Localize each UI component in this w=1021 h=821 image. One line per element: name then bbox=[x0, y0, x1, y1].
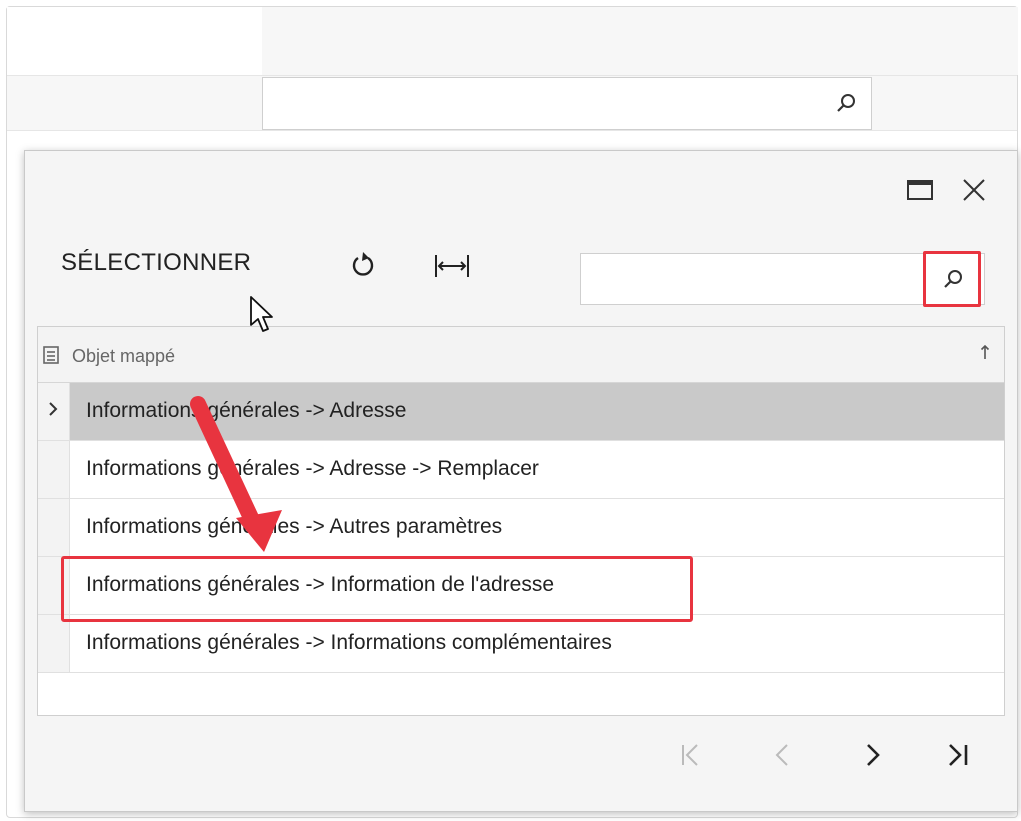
table-row[interactable]: Informations générales -> Information de… bbox=[38, 557, 1004, 615]
dialog-search-button[interactable] bbox=[923, 251, 981, 307]
row-label: Informations générales -> Informations c… bbox=[86, 631, 612, 654]
row-label: Informations générales -> Information de… bbox=[86, 573, 555, 596]
table-row[interactable]: Informations générales -> Adresse bbox=[38, 383, 1004, 441]
refresh-icon bbox=[352, 252, 374, 276]
next-page-button[interactable] bbox=[855, 739, 891, 771]
grid-header: Objet mappé bbox=[38, 327, 1004, 383]
column-settings-icon[interactable] bbox=[42, 345, 60, 370]
search-icon bbox=[944, 270, 962, 288]
close-button[interactable] bbox=[961, 177, 987, 203]
table-row[interactable]: Informations générales -> Informations c… bbox=[38, 615, 1004, 673]
pager bbox=[25, 731, 1017, 781]
previous-page-button[interactable] bbox=[765, 739, 801, 771]
fit-columns-icon bbox=[435, 255, 469, 277]
row-label: Informations générales -> Adresse -> Rem… bbox=[86, 457, 539, 480]
search-icon[interactable] bbox=[835, 92, 857, 119]
fit-columns-button[interactable] bbox=[433, 253, 471, 279]
dialog-header bbox=[25, 151, 1017, 221]
background-header-panel bbox=[262, 7, 1018, 75]
chevron-left-icon bbox=[775, 744, 788, 766]
lookup-dialog: SÉLECTIONNER Objet mappé Informations gé… bbox=[24, 150, 1018, 812]
chevron-right-icon bbox=[46, 399, 60, 424]
last-page-icon bbox=[949, 744, 968, 766]
row-selector[interactable] bbox=[38, 557, 70, 614]
sort-up-icon[interactable] bbox=[980, 343, 990, 366]
maximize-button[interactable] bbox=[907, 179, 933, 201]
dialog-search-field bbox=[580, 251, 985, 307]
table-row[interactable]: Informations générales -> Autres paramèt… bbox=[38, 499, 1004, 557]
refresh-button[interactable] bbox=[349, 251, 377, 281]
first-page-button[interactable] bbox=[673, 739, 709, 771]
background-search-input[interactable] bbox=[262, 77, 872, 130]
first-page-icon bbox=[682, 744, 698, 766]
table-row[interactable]: Informations générales -> Adresse -> Rem… bbox=[38, 441, 1004, 499]
row-selector[interactable] bbox=[38, 499, 70, 556]
maximize-icon bbox=[907, 180, 933, 200]
last-page-button[interactable] bbox=[941, 739, 977, 771]
close-icon bbox=[963, 179, 985, 201]
select-button[interactable]: SÉLECTIONNER bbox=[61, 249, 251, 277]
column-header-mapped-object[interactable]: Objet mappé bbox=[72, 346, 175, 367]
chevron-right-icon bbox=[867, 744, 880, 766]
row-selector[interactable] bbox=[38, 441, 70, 498]
dialog-search-input[interactable] bbox=[581, 254, 931, 304]
row-label: Informations générales -> Autres paramèt… bbox=[86, 515, 503, 538]
results-grid: Objet mappé Informations générales -> Ad… bbox=[37, 326, 1005, 716]
row-label: Informations générales -> Adresse bbox=[86, 399, 407, 422]
row-selector[interactable] bbox=[38, 615, 70, 672]
